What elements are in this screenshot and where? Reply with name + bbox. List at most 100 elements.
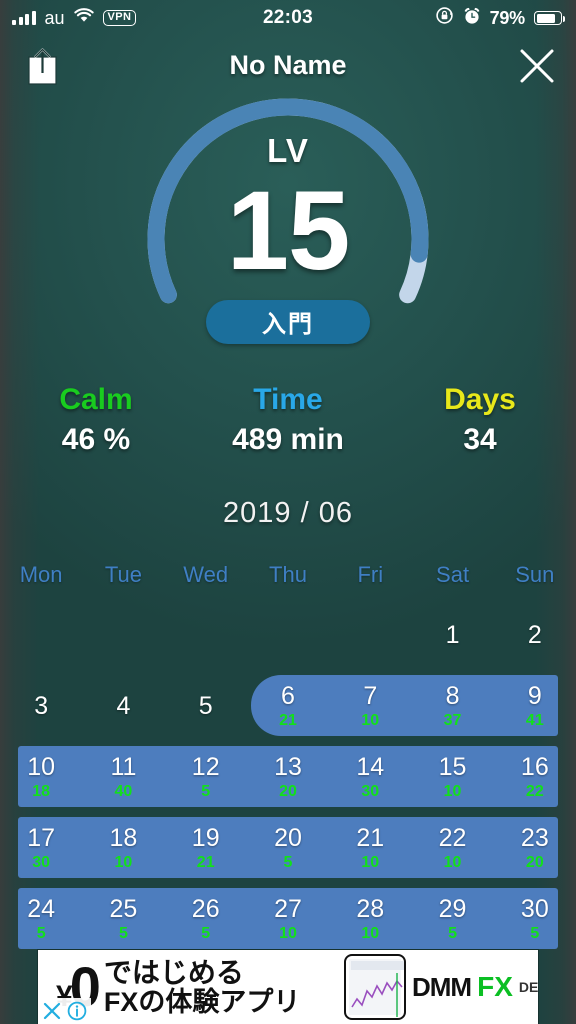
calendar-dow-wed: Wed <box>183 562 229 587</box>
calendar-day-cell[interactable]: 28 10 <box>329 888 411 949</box>
wifi-icon <box>73 8 94 28</box>
nav-bar: No Name <box>0 36 576 94</box>
calendar-dow-sat: Sat <box>436 562 470 587</box>
calendar-day-cell[interactable]: 10 18 <box>0 746 82 807</box>
calendar-week-row: 3 4 5 6 21 7 10 8 37 9 41 <box>0 675 576 736</box>
calendar-day-minutes: 5 <box>118 925 128 943</box>
calendar-day-cell[interactable]: 3 <box>0 675 82 736</box>
calendar-day-number: 29 <box>438 894 467 923</box>
calendar-day-empty <box>0 604 82 665</box>
stats-row: Calm 46 % Time 489 min Days 34 <box>0 383 576 457</box>
calendar-day-minutes: 10 <box>361 854 380 872</box>
calendar-weekday-header: Mon Tue Wed Thu Fri Sat Sun <box>0 562 576 588</box>
calendar-day-number: 18 <box>109 823 138 852</box>
calendar-day-minutes: 37 <box>443 712 462 730</box>
status-bar-left: au VPN <box>12 8 137 29</box>
calendar-day-number: 17 <box>27 823 56 852</box>
ad-info-icon[interactable] <box>66 1000 88 1022</box>
calendar-day-minutes: 10 <box>361 925 380 943</box>
calendar-day-cell[interactable]: 26 5 <box>165 888 247 949</box>
ad-banner[interactable]: ¥0 ではじめる FXの体験アプリ DMM FX DE <box>38 950 538 1024</box>
calendar-day-minutes: 22 <box>525 783 544 801</box>
calendar-day-number: 8 <box>445 681 460 710</box>
stat-days: Days 34 <box>384 383 576 457</box>
calendar-day-cell[interactable]: 20 5 <box>247 817 329 878</box>
calendar-day-minutes: 5 <box>530 925 540 943</box>
calendar-day-cell[interactable]: 11 40 <box>82 746 164 807</box>
calendar-day-cell[interactable]: 30 5 <box>494 888 576 949</box>
ad-close-icon[interactable] <box>41 1000 63 1022</box>
calendar-day-cell[interactable]: 7 10 <box>329 675 411 736</box>
status-bar: au VPN 22:03 79% <box>0 0 576 36</box>
ad-controls[interactable] <box>38 998 91 1024</box>
calendar-day-cell[interactable]: 5 <box>165 675 247 736</box>
calendar-day-empty <box>329 604 411 665</box>
calendar-day-cell[interactable]: 29 5 <box>411 888 493 949</box>
calendar-day-number: 27 <box>274 894 302 923</box>
calendar-day-cell[interactable]: 17 30 <box>0 817 82 878</box>
calendar-day-minutes: 5 <box>201 783 211 801</box>
calendar-day-cell[interactable]: 12 5 <box>165 746 247 807</box>
calendar-day-cell[interactable]: 2 <box>494 604 576 665</box>
calendar-day-cell[interactable]: 15 10 <box>411 746 493 807</box>
calendar-day-number: 25 <box>109 894 138 923</box>
calendar-day-minutes: 10 <box>361 712 380 730</box>
ad-brand-fx: FX <box>477 971 513 1002</box>
calendar-month-title: 2019 / 06 <box>223 497 353 529</box>
calendar-day-number: 16 <box>520 752 549 781</box>
calendar-day-cell[interactable]: 18 10 <box>82 817 164 878</box>
calendar-day-cell[interactable]: 16 22 <box>494 746 576 807</box>
calendar-day-number: 19 <box>191 823 220 852</box>
calendar-week-cells: 10 18 11 40 12 5 13 20 14 30 15 10 16 22 <box>0 746 576 807</box>
calendar-day-cell[interactable]: 24 5 <box>0 888 82 949</box>
calendar-day-number: 15 <box>438 752 467 781</box>
calendar-week-row: 17 30 18 10 19 21 20 5 21 10 22 10 23 20 <box>0 817 576 878</box>
calendar-day-cell[interactable]: 8 37 <box>411 675 493 736</box>
calendar-day-number: 11 <box>110 752 137 781</box>
calendar-dow-thu: Thu <box>269 562 307 587</box>
calendar-day-empty <box>82 604 164 665</box>
calendar-day-minutes: 10 <box>279 925 297 943</box>
ad-headline: ではじめる FXの体験アプリ <box>104 958 301 1016</box>
calendar-day-number: 6 <box>281 681 295 710</box>
calendar-day-number: 14 <box>356 752 385 781</box>
calendar-day-number: 7 <box>363 681 378 710</box>
close-button[interactable] <box>516 45 558 87</box>
calendar-day-minutes: 18 <box>32 783 51 801</box>
calendar-day-cell[interactable]: 23 20 <box>494 817 576 878</box>
vpn-icon: VPN <box>102 10 137 26</box>
calendar-day-empty <box>247 604 329 665</box>
calendar-day-minutes: 5 <box>283 854 293 872</box>
calendar-dow-fri: Fri <box>357 562 384 587</box>
calendar-day-minutes: 10 <box>443 854 462 872</box>
calendar-day-cell[interactable]: 4 <box>82 675 164 736</box>
calendar-day-number: 22 <box>438 823 467 852</box>
calendar-day-number: 28 <box>356 894 385 923</box>
calendar-day-cell[interactable]: 14 30 <box>329 746 411 807</box>
calendar-dow-mon: Mon <box>19 562 63 587</box>
calendar-day-cell[interactable]: 13 20 <box>247 746 329 807</box>
calendar-day-number: 24 <box>27 894 56 923</box>
calendar-day-cell[interactable]: 21 10 <box>329 817 411 878</box>
calendar-day-minutes: 21 <box>196 854 215 872</box>
calendar-day-cell[interactable]: 1 <box>411 604 493 665</box>
calendar-day-cell[interactable]: 27 10 <box>247 888 329 949</box>
calendar-day-cell[interactable]: 9 41 <box>494 675 576 736</box>
calendar-day-cell[interactable]: 19 21 <box>165 817 247 878</box>
stat-time: Time 489 min <box>192 383 384 457</box>
calendar-day-minutes: 41 <box>525 712 544 730</box>
calendar-day-cell[interactable]: 22 10 <box>411 817 493 878</box>
calendar-day-number: 12 <box>191 752 220 781</box>
ad-brand-dmm: DMM <box>412 971 472 1002</box>
calendar-week-row: 12 <box>0 604 576 665</box>
calendar-week-cells: 12 <box>0 604 576 665</box>
calendar-grid: 1 2 3 4 5 6 21 7 10 8 37 9 41 10 18 11 40 12 5 13 20 14 30 15 10… <box>0 604 576 949</box>
calendar-day-cell[interactable]: 6 21 <box>247 675 329 736</box>
ad-brand-demo: DEMO <box>518 979 538 995</box>
calendar-week-row: 24 5 25 5 26 5 27 10 28 10 29 5 30 5 <box>0 888 576 949</box>
calendar-day-number: 3 <box>34 692 49 721</box>
calendar-day-minutes: 21 <box>279 712 297 730</box>
calendar-day-cell[interactable]: 25 5 <box>82 888 164 949</box>
calendar-day-number: 10 <box>27 752 56 781</box>
calendar-day-empty <box>165 604 247 665</box>
